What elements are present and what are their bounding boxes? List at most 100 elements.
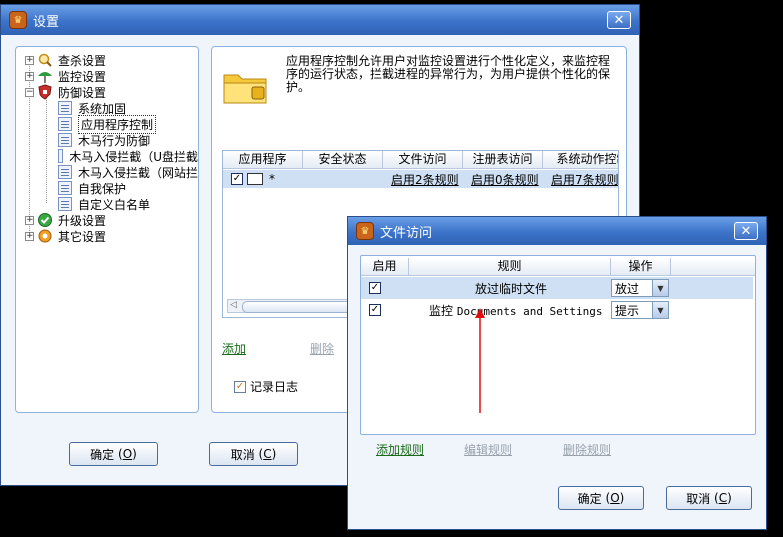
tree-item-upgrade-settings[interactable]: + 升级设置	[25, 212, 106, 228]
tree-item-other-settings[interactable]: + 其它设置	[25, 228, 106, 244]
rule-text: 监控 Documents and Settings	[429, 302, 603, 319]
dialog-title: 文件访问	[380, 225, 433, 241]
page-icon	[58, 165, 72, 179]
edit-rule-link[interactable]: 编辑规则	[464, 441, 512, 458]
tree-item-self-protection[interactable]: 自我保护	[58, 180, 126, 196]
file-rules-panel: 启用 规则 操作 ✓ 放过临时文件 放过 ▼ ✓ 监控 Documents an…	[360, 255, 756, 435]
tree-item-label: 其它设置	[58, 229, 107, 244]
settings-tree-panel: + 查杀设置 + 监控设置 − 防御设置 系统加固 应用程序控制 木马行为防御 …	[15, 46, 199, 413]
tree-item-label: 木马入侵拦截（网站拦	[77, 165, 198, 180]
tree-item-monitor-settings[interactable]: + 监控设置	[25, 68, 106, 84]
row-registry-link[interactable]: 启用0条规则	[471, 171, 539, 188]
page-icon	[58, 117, 72, 131]
ok-shortcut: O	[122, 447, 133, 461]
dropdown-arrow-icon[interactable]: ▼	[652, 280, 668, 296]
column-header-rule[interactable]: 规则	[409, 258, 611, 275]
cancel-button[interactable]: 取消 (C)	[209, 442, 298, 466]
close-button[interactable]: ✕	[607, 11, 631, 29]
rule-action-value: 提示	[615, 303, 640, 318]
rule-text: 放过临时文件	[475, 282, 548, 296]
monitor-umbrella-icon	[37, 68, 53, 84]
scroll-thumb[interactable]	[242, 301, 364, 313]
rule-action-value: 放过	[615, 281, 640, 296]
dialog-titlebar: ♛ 文件访问 ✕	[348, 217, 766, 245]
rule-action-select[interactable]: 放过 ▼	[611, 279, 669, 297]
page-icon	[58, 133, 72, 147]
collapse-icon[interactable]: −	[25, 87, 34, 97]
add-app-link[interactable]: 添加	[222, 340, 246, 357]
dropdown-arrow-icon[interactable]: ▼	[652, 302, 668, 318]
add-rule-link[interactable]: 添加规则	[376, 441, 424, 458]
rules-table-header: 启用 规则 操作	[361, 258, 755, 276]
dialog-close-button[interactable]: ✕	[734, 222, 758, 240]
page-icon	[58, 101, 72, 115]
row-app-name: *	[269, 172, 275, 186]
tree-item-label: 防御设置	[58, 85, 107, 100]
ok-shortcut: O	[610, 491, 620, 505]
ok-label: 确定	[577, 491, 602, 506]
app-logo-icon: ♛	[356, 222, 374, 240]
delete-rule-link[interactable]: 删除规则	[563, 441, 611, 458]
expand-icon[interactable]: +	[25, 231, 34, 241]
annotation-arrow-icon	[475, 308, 485, 413]
table-header: 应用程序 安全状态 文件访问 注册表访问 系统动作控制	[223, 151, 618, 169]
tree-item-usb-block[interactable]: 木马入侵拦截（U盘拦截	[58, 148, 198, 164]
tree-item-whitelist[interactable]: 自定义白名单	[58, 196, 150, 212]
tree-item-defense-settings[interactable]: − 防御设置	[25, 84, 106, 100]
scan-magnifier-icon	[37, 52, 53, 68]
tree-item-label: 升级设置	[58, 213, 107, 228]
column-header-action[interactable]: 操作	[611, 258, 671, 275]
log-checkbox[interactable]: ✓	[234, 380, 246, 393]
tree-item-scan-settings[interactable]: + 查杀设置	[25, 52, 106, 68]
defense-shield-icon	[37, 84, 53, 100]
tree-item-label: 自定义白名单	[78, 197, 151, 212]
log-label: 记录日志	[250, 380, 299, 394]
rule-enable-checkbox[interactable]: ✓	[369, 282, 381, 294]
page-icon	[58, 149, 64, 163]
rule-enable-checkbox[interactable]: ✓	[369, 304, 381, 316]
tree-item-label: 木马入侵拦截（U盘拦截	[69, 149, 198, 164]
folder-lock-icon	[222, 67, 270, 110]
tree-item-label: 木马行为防御	[78, 133, 151, 148]
log-option[interactable]: ✓ 记录日志	[234, 378, 298, 395]
row-system-link[interactable]: 启用7条规则	[551, 171, 618, 188]
delete-app-link[interactable]: 删除	[310, 340, 334, 357]
rule-prefix: 监控	[429, 304, 454, 318]
cancel-shortcut: C	[263, 447, 272, 461]
app-window-icon	[247, 173, 263, 185]
ok-label: 确定	[90, 447, 115, 462]
file-access-dialog: ♛ 文件访问 ✕ 启用 规则 操作 ✓ 放过临时文件 放过 ▼ ✓ 监控 Doc…	[347, 216, 767, 530]
scroll-left-arrow-icon[interactable]: ◁	[230, 300, 237, 310]
tree-item-label: 查杀设置	[58, 53, 107, 68]
column-header-registry[interactable]: 注册表访问	[463, 151, 543, 168]
column-header-system-actions[interactable]: 系统动作控制	[543, 151, 618, 168]
expand-icon[interactable]: +	[25, 55, 34, 65]
dialog-ok-button[interactable]: 确定 (O)	[558, 486, 644, 510]
tree-item-web-block[interactable]: 木马入侵拦截（网站拦	[58, 164, 198, 180]
cancel-shortcut: C	[718, 491, 728, 505]
row-enable-checkbox[interactable]: ✓	[231, 173, 243, 185]
other-gear-icon	[37, 228, 53, 244]
expand-icon[interactable]: +	[25, 71, 34, 81]
close-icon: ✕	[740, 223, 752, 239]
tree-item-trojan-behavior[interactable]: 木马行为防御	[58, 132, 150, 148]
row-file-access-link[interactable]: 启用2条规则	[391, 171, 459, 188]
column-header-app[interactable]: 应用程序	[223, 151, 303, 168]
cancel-label: 取消	[230, 447, 255, 462]
tree-item-app-control[interactable]: 应用程序控制	[58, 114, 157, 134]
dialog-cancel-button[interactable]: 取消 (C)	[666, 486, 752, 510]
column-header-file-access[interactable]: 文件访问	[383, 151, 463, 168]
column-header-enabled[interactable]: 启用	[361, 258, 409, 275]
close-icon: ✕	[613, 12, 625, 28]
expand-icon[interactable]: +	[25, 215, 34, 225]
table-row[interactable]: ✓ 监控 Documents and Settings 提示 ▼	[361, 299, 753, 321]
feature-description: 应用程序控制允许用户对监控设置进行个性化定义，来监控程序的运行状态，拦截进程的异…	[286, 54, 611, 94]
app-logo-icon: ♛	[9, 11, 27, 29]
table-row[interactable]: ✓ 放过临时文件 放过 ▼	[361, 277, 753, 299]
rule-action-select[interactable]: 提示 ▼	[611, 301, 669, 319]
tree-item-label: 监控设置	[58, 69, 107, 84]
page-icon	[58, 197, 72, 211]
column-header-security[interactable]: 安全状态	[303, 151, 383, 168]
table-row[interactable]: ✓ * 启用2条规则 启用0条规则 启用7条规则	[223, 170, 618, 188]
ok-button[interactable]: 确定 (O)	[69, 442, 158, 466]
